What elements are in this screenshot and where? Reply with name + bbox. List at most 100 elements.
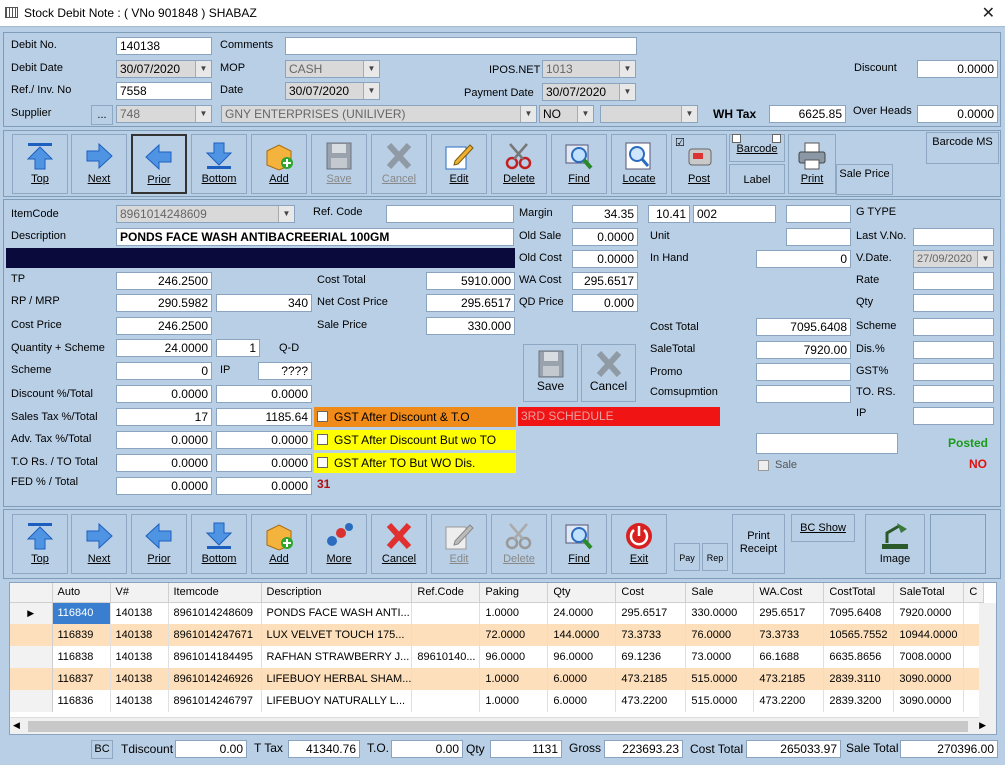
table-cell[interactable]: 96.0000	[479, 646, 549, 668]
table-cell[interactable]: 7920.0000	[893, 602, 965, 624]
sale-total-field[interactable]: 7920.00	[756, 341, 851, 359]
vertical-scrollbar[interactable]	[979, 603, 996, 719]
barcode-button[interactable]: Barcode	[729, 134, 785, 162]
chevron-down-icon[interactable]: ▼	[278, 206, 294, 222]
table-cell[interactable]: 73.3733	[615, 624, 687, 646]
table-cell[interactable]: 8961014184495	[168, 646, 262, 668]
table-cell[interactable]: 116836	[52, 690, 111, 712]
table-cell[interactable]: 7095.6408	[823, 602, 895, 624]
table-cell[interactable]: 473.2200	[753, 690, 825, 712]
chevron-down-icon[interactable]: ▼	[363, 61, 379, 77]
table-cell[interactable]: 8961014247671	[168, 624, 262, 646]
ipos-select[interactable]: 1013 ▼	[542, 60, 636, 78]
gst-after-discount-to-option[interactable]: GST After Discount & T.O	[314, 407, 516, 427]
table-cell[interactable]: 330.0000	[685, 602, 755, 624]
margin-pct-field[interactable]: 10.41	[648, 205, 690, 223]
rep-button[interactable]: Rep	[702, 543, 728, 571]
cost-price-field[interactable]: 246.2500	[116, 317, 212, 335]
chevron-down-icon[interactable]: ▼	[520, 106, 536, 122]
ref-inv-field[interactable]: 7558	[116, 82, 212, 100]
to-total-field[interactable]: 0.0000	[216, 454, 312, 472]
barcode-ms-button[interactable]: Barcode MS	[926, 132, 999, 164]
wa-cost-field[interactable]: 295.6517	[572, 272, 638, 290]
table-cell[interactable]: 1.0000	[479, 690, 549, 712]
print-receipt-button[interactable]: Print Receipt	[732, 514, 785, 574]
gst-after-discount-wo-to-checkbox[interactable]	[317, 434, 328, 445]
column-header[interactable]: Ref.Code	[411, 583, 481, 603]
table-cell[interactable]: 140138	[110, 690, 169, 712]
find-button[interactable]: Find	[551, 134, 607, 194]
old-cost-field[interactable]: 0.0000	[572, 250, 638, 268]
table-row[interactable]: 116838 140138 8961014184495 RAFHAN STRAWBER…	[10, 646, 985, 668]
to-rs-field[interactable]	[913, 385, 994, 403]
table-row[interactable]: 116836 140138 8961014246797 LIFEBUOY NATURA…	[10, 690, 985, 712]
exit-button[interactable]: Exit	[611, 514, 667, 574]
table-cell[interactable]: 2839.3110	[823, 668, 895, 690]
gst-after-to-wo-dis-option[interactable]: GST After TO But WO Dis.	[314, 453, 516, 473]
chevron-down-icon[interactable]: ▼	[619, 61, 635, 77]
supplier-name-select[interactable]: GNY ENTERPRISES (UNILIVER) ▼	[221, 105, 537, 123]
row-indicator[interactable]	[10, 668, 53, 690]
table-cell[interactable]: 24.0000	[547, 602, 617, 624]
last-vno-field[interactable]	[913, 228, 994, 246]
items-grid[interactable]: Auto V# Itemcode Description Ref.Code Paking Q…	[9, 582, 997, 735]
table-cell[interactable]: 8961014248609	[168, 602, 262, 624]
grid-find-button[interactable]: Find	[551, 514, 607, 574]
table-cell[interactable]: 96.0000	[547, 646, 617, 668]
table-cell[interactable]: 116837	[52, 668, 111, 690]
table-cell[interactable]	[411, 624, 481, 646]
table-cell[interactable]: 8961014246926	[168, 668, 262, 690]
rp-field[interactable]: 290.5982	[116, 294, 212, 312]
sale-price-field[interactable]: 330.000	[426, 317, 515, 335]
chevron-down-icon[interactable]: ▼	[577, 106, 593, 122]
discount-total-field[interactable]: 0.0000	[216, 385, 312, 403]
item-save-button[interactable]: Save	[523, 344, 578, 402]
notes-field[interactable]	[756, 433, 898, 454]
debit-date-field[interactable]: 30/07/2020 ▼	[116, 60, 212, 78]
table-cell[interactable]: RAFHAN STRAWBERRY J...	[261, 646, 413, 668]
extra-select[interactable]: ▼	[600, 105, 698, 123]
table-cell[interactable]: 89610140...	[411, 646, 481, 668]
cost-total-footer-field[interactable]: 265033.97	[746, 740, 841, 758]
column-header[interactable]: Paking	[479, 583, 549, 603]
sale-price-button[interactable]: Sale Price	[836, 164, 893, 195]
no-select[interactable]: NO ▼	[539, 105, 594, 123]
refcode-field[interactable]	[386, 205, 514, 223]
locate-button[interactable]: Locate	[611, 134, 667, 194]
gst-field[interactable]	[913, 363, 994, 381]
barcode-check-2[interactable]	[772, 134, 781, 143]
table-cell[interactable]: 140138	[110, 602, 169, 624]
vdate-field[interactable]: 27/09/2020 ▼	[913, 250, 994, 268]
scheme-r-field[interactable]	[913, 318, 994, 336]
table-cell[interactable]: 8961014246797	[168, 690, 262, 712]
qty-footer-field[interactable]: 1131	[490, 740, 562, 758]
bottom-button[interactable]: Bottom	[191, 134, 247, 194]
column-header[interactable]: Sale	[685, 583, 755, 603]
more-button[interactable]: More	[311, 514, 367, 574]
column-header[interactable]: SaleTotal	[893, 583, 965, 603]
scheme-qty-field[interactable]: 1	[216, 339, 260, 357]
table-cell[interactable]: 140138	[110, 624, 169, 646]
item-cancel-button[interactable]: Cancel	[581, 344, 636, 402]
date-field[interactable]: 30/07/2020 ▼	[285, 82, 380, 100]
column-header[interactable]: Cost	[615, 583, 687, 603]
save-button[interactable]: Save	[311, 134, 367, 194]
table-cell[interactable]: 73.0000	[685, 646, 755, 668]
quantity-field[interactable]: 24.0000	[116, 339, 212, 357]
ip-field[interactable]: ????	[258, 362, 312, 380]
label-button[interactable]: Label	[729, 164, 785, 194]
column-header[interactable]: Description	[261, 583, 413, 603]
close-icon[interactable]: ✕	[982, 3, 995, 23]
table-cell[interactable]	[411, 668, 481, 690]
to-rs-value-field[interactable]: 0.0000	[116, 454, 212, 472]
cost-total-2-field[interactable]: 7095.6408	[756, 318, 851, 336]
unit-field[interactable]	[786, 228, 851, 246]
column-header[interactable]: WA.Cost	[753, 583, 825, 603]
mop-select[interactable]: CASH ▼	[285, 60, 380, 78]
cancel-button[interactable]: Cancel	[371, 134, 427, 194]
row-indicator[interactable]: ▶	[10, 602, 53, 624]
fed-pct-field[interactable]: 0.0000	[116, 477, 212, 495]
cost-total-field[interactable]: 5910.000	[426, 272, 515, 290]
in-hand-field[interactable]: 0	[756, 250, 851, 268]
table-row[interactable]: 116839 140138 8961014247671 LUX VELVET TOUC…	[10, 624, 985, 646]
